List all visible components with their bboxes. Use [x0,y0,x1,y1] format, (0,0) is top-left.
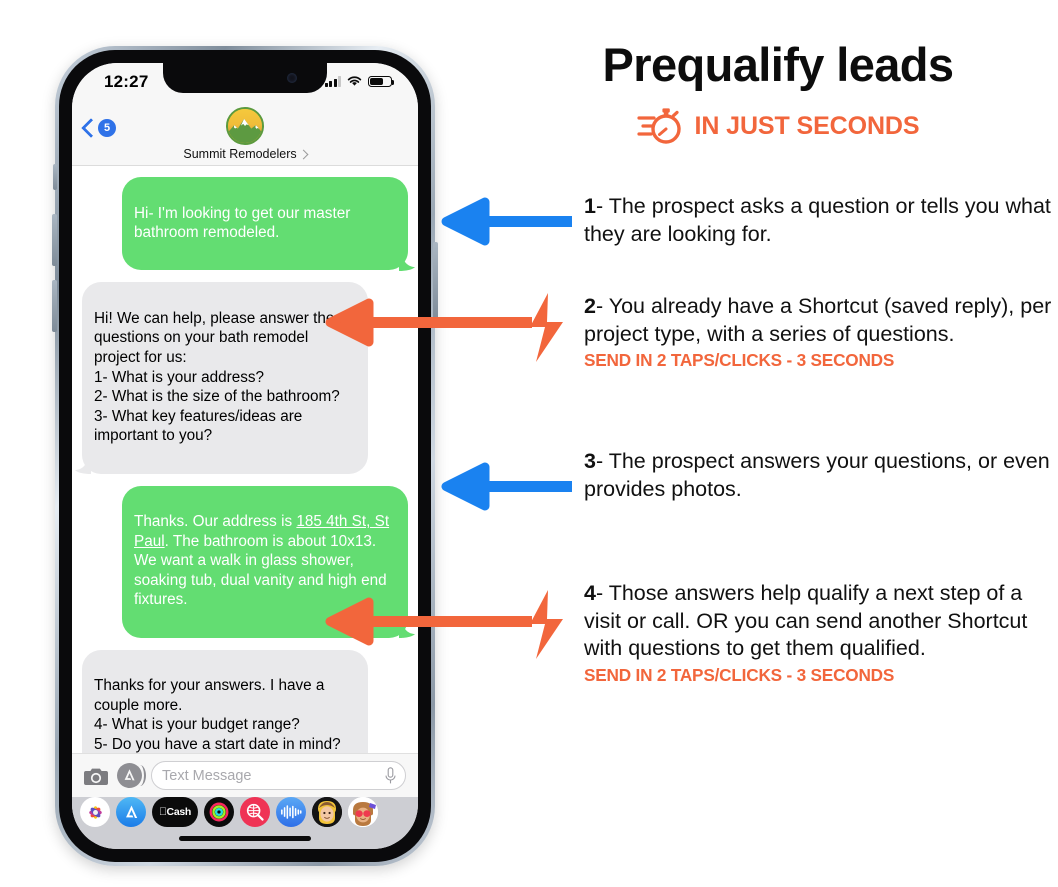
message-bubble-outgoing[interactable]: Thanks. Our address is 185 4th St, St Pa… [122,485,415,639]
step-1-body: - The prospect asks a question or tells … [584,194,1051,246]
mountain-logo-avatar[interactable] [226,107,264,145]
volume-up-button[interactable] [52,214,57,266]
subheadline-row: IN JUST SECONDS [548,105,1008,147]
cellular-bars-icon [324,76,341,87]
camera-icon[interactable] [84,766,108,786]
chat-header: 5 Summit Remodelers [72,105,418,166]
message-text: Hi! We can help, please answer these que… [94,309,351,445]
iphone-mockup: 12:27 5 Summit Remodelers Hi- I'm lookin… [52,46,438,866]
step-2-body: - You already have a Shortcut (saved rep… [584,294,1052,346]
notch [163,63,327,93]
step-4-number: 4 [584,581,596,605]
text-message-input[interactable]: Text Message [151,761,406,790]
step-2-send-note: SEND IN 2 TAPS/CLICKS - 3 SECONDS [584,350,895,371]
step-2-text: 2- You already have a Shortcut (saved re… [584,293,1052,348]
stopwatch-icon [636,108,681,144]
contact-header[interactable]: Summit Remodelers [72,107,418,161]
right-panel: Prequalify leads IN JUST SECONDS 1- The … [548,0,1058,887]
home-indicator [179,836,311,841]
fitness-rings-icon[interactable] [204,797,234,827]
step-4-send-note: SEND IN 2 TAPS/CLICKS - 3 SECONDS [584,664,895,685]
images-search-icon[interactable] [240,797,270,827]
step-1-text: 1- The prospect asks a question or tells… [584,193,1052,248]
step-1: 1- The prospect asks a question or tells… [584,193,1052,248]
message-text-after-link: . The bathroom is about 10x13. We want a… [134,532,387,609]
message-input-bar: Text Message [72,753,418,797]
photos-icon[interactable] [80,797,110,827]
contact-name: Summit Remodelers [183,147,297,161]
app-store-icon[interactable] [116,797,146,827]
step-2-number: 2 [584,294,596,318]
step-4-body: - Those answers help qualify a next step… [584,581,1028,661]
silent-switch[interactable] [53,164,57,190]
app-dock[interactable]: Cash [72,797,418,827]
battery-icon [368,75,395,87]
phone-frame: 12:27 5 Summit Remodelers Hi- I'm lookin… [52,46,438,866]
step-3-body: - The prospect answers your questions, o… [584,449,1050,501]
front-camera-icon [287,73,297,83]
message-list[interactable]: Hi- I'm looking to get our master bathro… [72,165,418,803]
status-bar-indicators [324,75,395,87]
text-message-placeholder: Text Message [162,767,252,784]
step-3: 3- The prospect answers your questions, … [584,448,1052,503]
microphone-icon[interactable] [385,767,396,785]
app-store-icon[interactable] [117,763,146,788]
message-bubble-incoming[interactable]: Hi! We can help, please answer these que… [75,282,368,475]
step-1-number: 1 [584,194,596,218]
phone-bezel: 12:27 5 Summit Remodelers Hi- I'm lookin… [59,50,431,862]
subheadline-text: IN JUST SECONDS [694,111,920,140]
wifi-icon [347,76,362,86]
step-4: 4- Those answers help qualify a next ste… [584,580,1052,686]
step-3-number: 3 [584,449,596,473]
chevron-right-icon [298,149,309,159]
bubble-tail-icon [399,251,415,271]
message-text: Hi- I'm looking to get our master bathro… [134,204,351,242]
message-row-2: Hi! We can help, please answer these que… [75,282,408,475]
status-bar-time: 12:27 [104,72,149,91]
phone-screen: 12:27 5 Summit Remodelers Hi- I'm lookin… [72,63,418,849]
bubble-tail-icon [399,619,415,639]
memoji-two-icon[interactable] [348,797,378,827]
contact-name-row: Summit Remodelers [183,147,309,161]
power-button[interactable] [433,242,438,322]
bubble-tail-icon [75,455,91,475]
step-4-text: 4- Those answers help qualify a next ste… [584,580,1052,663]
step-3-text: 3- The prospect answers your questions, … [584,448,1052,503]
step-2: 2- You already have a Shortcut (saved re… [584,293,1052,371]
message-row-3: Thanks. Our address is 185 4th St, St Pa… [82,485,415,639]
message-row-1: Hi- I'm looking to get our master bathro… [82,177,415,271]
audio-message-icon[interactable] [276,797,306,827]
page-title: Prequalify leads [602,38,954,91]
apple-cash-icon[interactable]: Cash [152,797,198,827]
memoji-one-icon[interactable] [312,797,342,827]
volume-down-button[interactable] [52,280,57,332]
message-text-before-link: Thanks. Our address is [134,513,297,531]
message-bubble-outgoing[interactable]: Hi- I'm looking to get our master bathro… [122,177,415,271]
